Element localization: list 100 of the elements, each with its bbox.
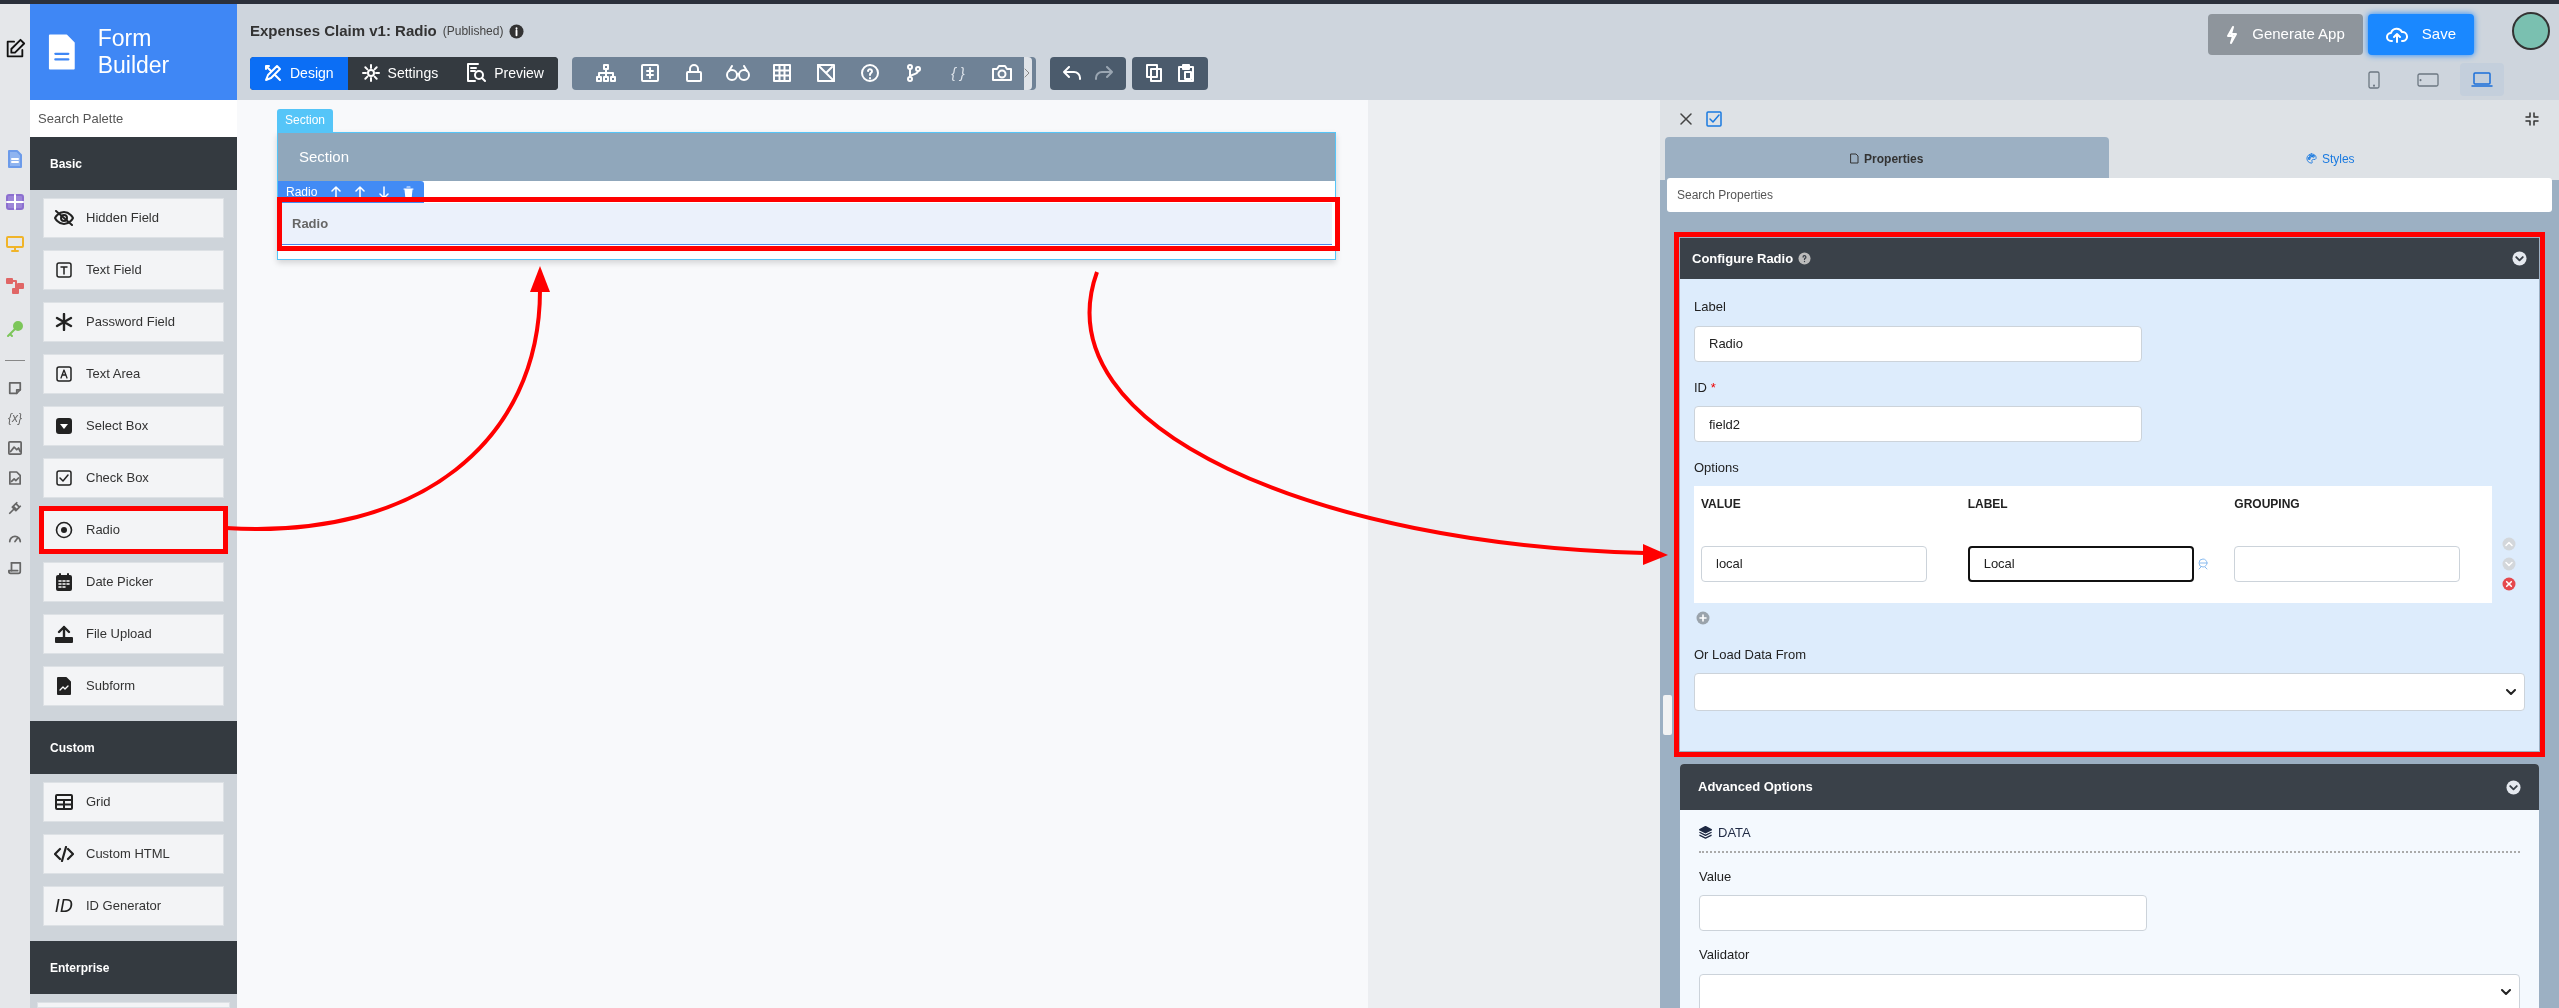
- palette-item[interactable]: Date Picker: [43, 562, 224, 602]
- palette-item[interactable]: Select Box: [43, 406, 224, 446]
- item-label: Date Picker: [86, 573, 154, 592]
- section-header: Section: [278, 133, 1335, 181]
- field-row[interactable]: Radio: [281, 203, 1332, 245]
- table-icon: [6, 194, 24, 210]
- checkbox-icon: [1706, 110, 1722, 127]
- edit-icon: [4, 38, 26, 60]
- panel-tab[interactable]: Properties: [1665, 137, 2109, 180]
- compress-icon: [2525, 111, 2539, 126]
- field-label: ID *: [1694, 378, 1717, 397]
- item-label: ID Generator: [86, 897, 162, 916]
- item-label: Check Box: [86, 469, 149, 488]
- item-label: Password Field: [86, 313, 175, 332]
- mode-tab[interactable]: Design: [250, 56, 348, 90]
- pencil-ruler-icon: [264, 64, 282, 82]
- item-label: Select Box: [86, 417, 149, 436]
- add-option-button[interactable]: [1696, 610, 1710, 625]
- panel-header[interactable]: Configure Radio: [1680, 238, 2539, 279]
- redo-icon: [1095, 66, 1113, 80]
- item-label: Text Field: [86, 261, 142, 280]
- field-label: Validator: [1699, 946, 1751, 964]
- document-icon: [48, 32, 76, 72]
- option-input[interactable]: Local: [1967, 545, 2194, 582]
- checkbox-button[interactable]: [1706, 110, 1722, 127]
- group-header[interactable]: Custom: [30, 721, 237, 774]
- file-icon: [9, 471, 21, 485]
- palette-item[interactable]: Subform: [43, 666, 224, 706]
- group-header[interactable]: Enterprise: [30, 941, 237, 994]
- palette-item[interactable]: Text Area: [43, 354, 224, 394]
- chevron-down-icon: [2506, 779, 2521, 795]
- item-label: Text Area: [86, 365, 141, 384]
- document-search-icon: [466, 63, 487, 83]
- close-button[interactable]: [1680, 112, 1692, 125]
- item-label: Custom HTML: [86, 845, 170, 864]
- option-input[interactable]: [2234, 545, 2461, 582]
- palette-item[interactable]: Grid: [43, 782, 224, 822]
- app-title: Form Builder: [97, 25, 171, 79]
- item-label: File Upload: [86, 625, 152, 644]
- field-label: Label: [1694, 298, 1727, 316]
- laptop-icon: [2471, 71, 2493, 88]
- help-icon: [861, 64, 879, 82]
- search-field[interactable]: Search Properties: [1667, 178, 2552, 212]
- select-field[interactable]: [1699, 973, 2520, 1008]
- radio-icon: [55, 521, 73, 539]
- text-input[interactable]: field2: [1694, 406, 2142, 442]
- field-label: Value: [1699, 867, 1733, 886]
- collapse-button[interactable]: [2525, 111, 2539, 126]
- select-field[interactable]: [1694, 673, 2525, 711]
- chevron-right-icon: [1024, 68, 1030, 78]
- text-area-icon: [56, 366, 72, 382]
- palette-item[interactable]: ID ID Generator: [43, 886, 224, 926]
- branch-icon: [907, 64, 921, 82]
- text-input[interactable]: [1699, 895, 2147, 931]
- asterisk-icon: [55, 313, 73, 331]
- group-header[interactable]: Basic: [30, 137, 237, 190]
- close-icon: [1680, 112, 1692, 125]
- delete-button[interactable]: [2502, 576, 2516, 591]
- id-icon: ID: [54, 897, 74, 915]
- palette-item[interactable]: Hidden Field: [43, 198, 224, 238]
- palette-item[interactable]: Custom HTML: [43, 834, 224, 874]
- code-icon: [54, 846, 74, 862]
- sitemap-icon: [596, 64, 616, 82]
- palette-item[interactable]: File Upload: [43, 614, 224, 654]
- dropdown-icon: [56, 418, 72, 434]
- chevron-down-icon: [2501, 989, 2511, 996]
- status-text: (Published): [442, 23, 504, 41]
- resize-handle[interactable]: [1663, 695, 1672, 735]
- table-icon: [55, 794, 73, 810]
- palette-item[interactable]: Check Box: [43, 458, 224, 498]
- scroll-icon: [8, 561, 22, 575]
- plus-circle-icon: [1696, 610, 1710, 625]
- file-icon: [57, 677, 71, 695]
- chevron-down-icon: [2512, 251, 2527, 266]
- palette-item[interactable]: Password Field: [43, 302, 224, 342]
- search-field[interactable]: Search Palette: [30, 100, 237, 137]
- cloud-upload-icon: [2385, 26, 2408, 43]
- required-mark: *: [1710, 379, 1716, 395]
- field-label: Or Load Data From: [1694, 645, 1807, 664]
- lock-icon: [686, 64, 702, 82]
- arrow-down-icon: [379, 185, 390, 199]
- clipboard-icon: [1178, 64, 1194, 82]
- item-label: Hidden Field: [86, 209, 159, 228]
- copy-icon: [1146, 64, 1162, 82]
- layers-icon: [1699, 826, 1712, 840]
- settings-icon: [361, 64, 380, 82]
- monitor-icon: [6, 236, 24, 252]
- panel-header[interactable]: Advanced Options: [1680, 764, 2539, 810]
- document-icon: [7, 150, 23, 168]
- info-icon: [509, 23, 525, 39]
- text-field-icon: [56, 262, 72, 278]
- text-input[interactable]: Radio: [1694, 325, 2142, 362]
- palette-item[interactable]: Text Field: [43, 250, 224, 290]
- option-input[interactable]: local: [1701, 545, 1927, 582]
- form-icon: [641, 64, 659, 82]
- arrow-up-icon: [355, 185, 366, 199]
- file-icon: [1850, 153, 1860, 164]
- device-toggle[interactable]: [2460, 63, 2504, 96]
- palette-item[interactable]: Radio: [43, 510, 224, 550]
- avatar[interactable]: [2512, 12, 2550, 50]
